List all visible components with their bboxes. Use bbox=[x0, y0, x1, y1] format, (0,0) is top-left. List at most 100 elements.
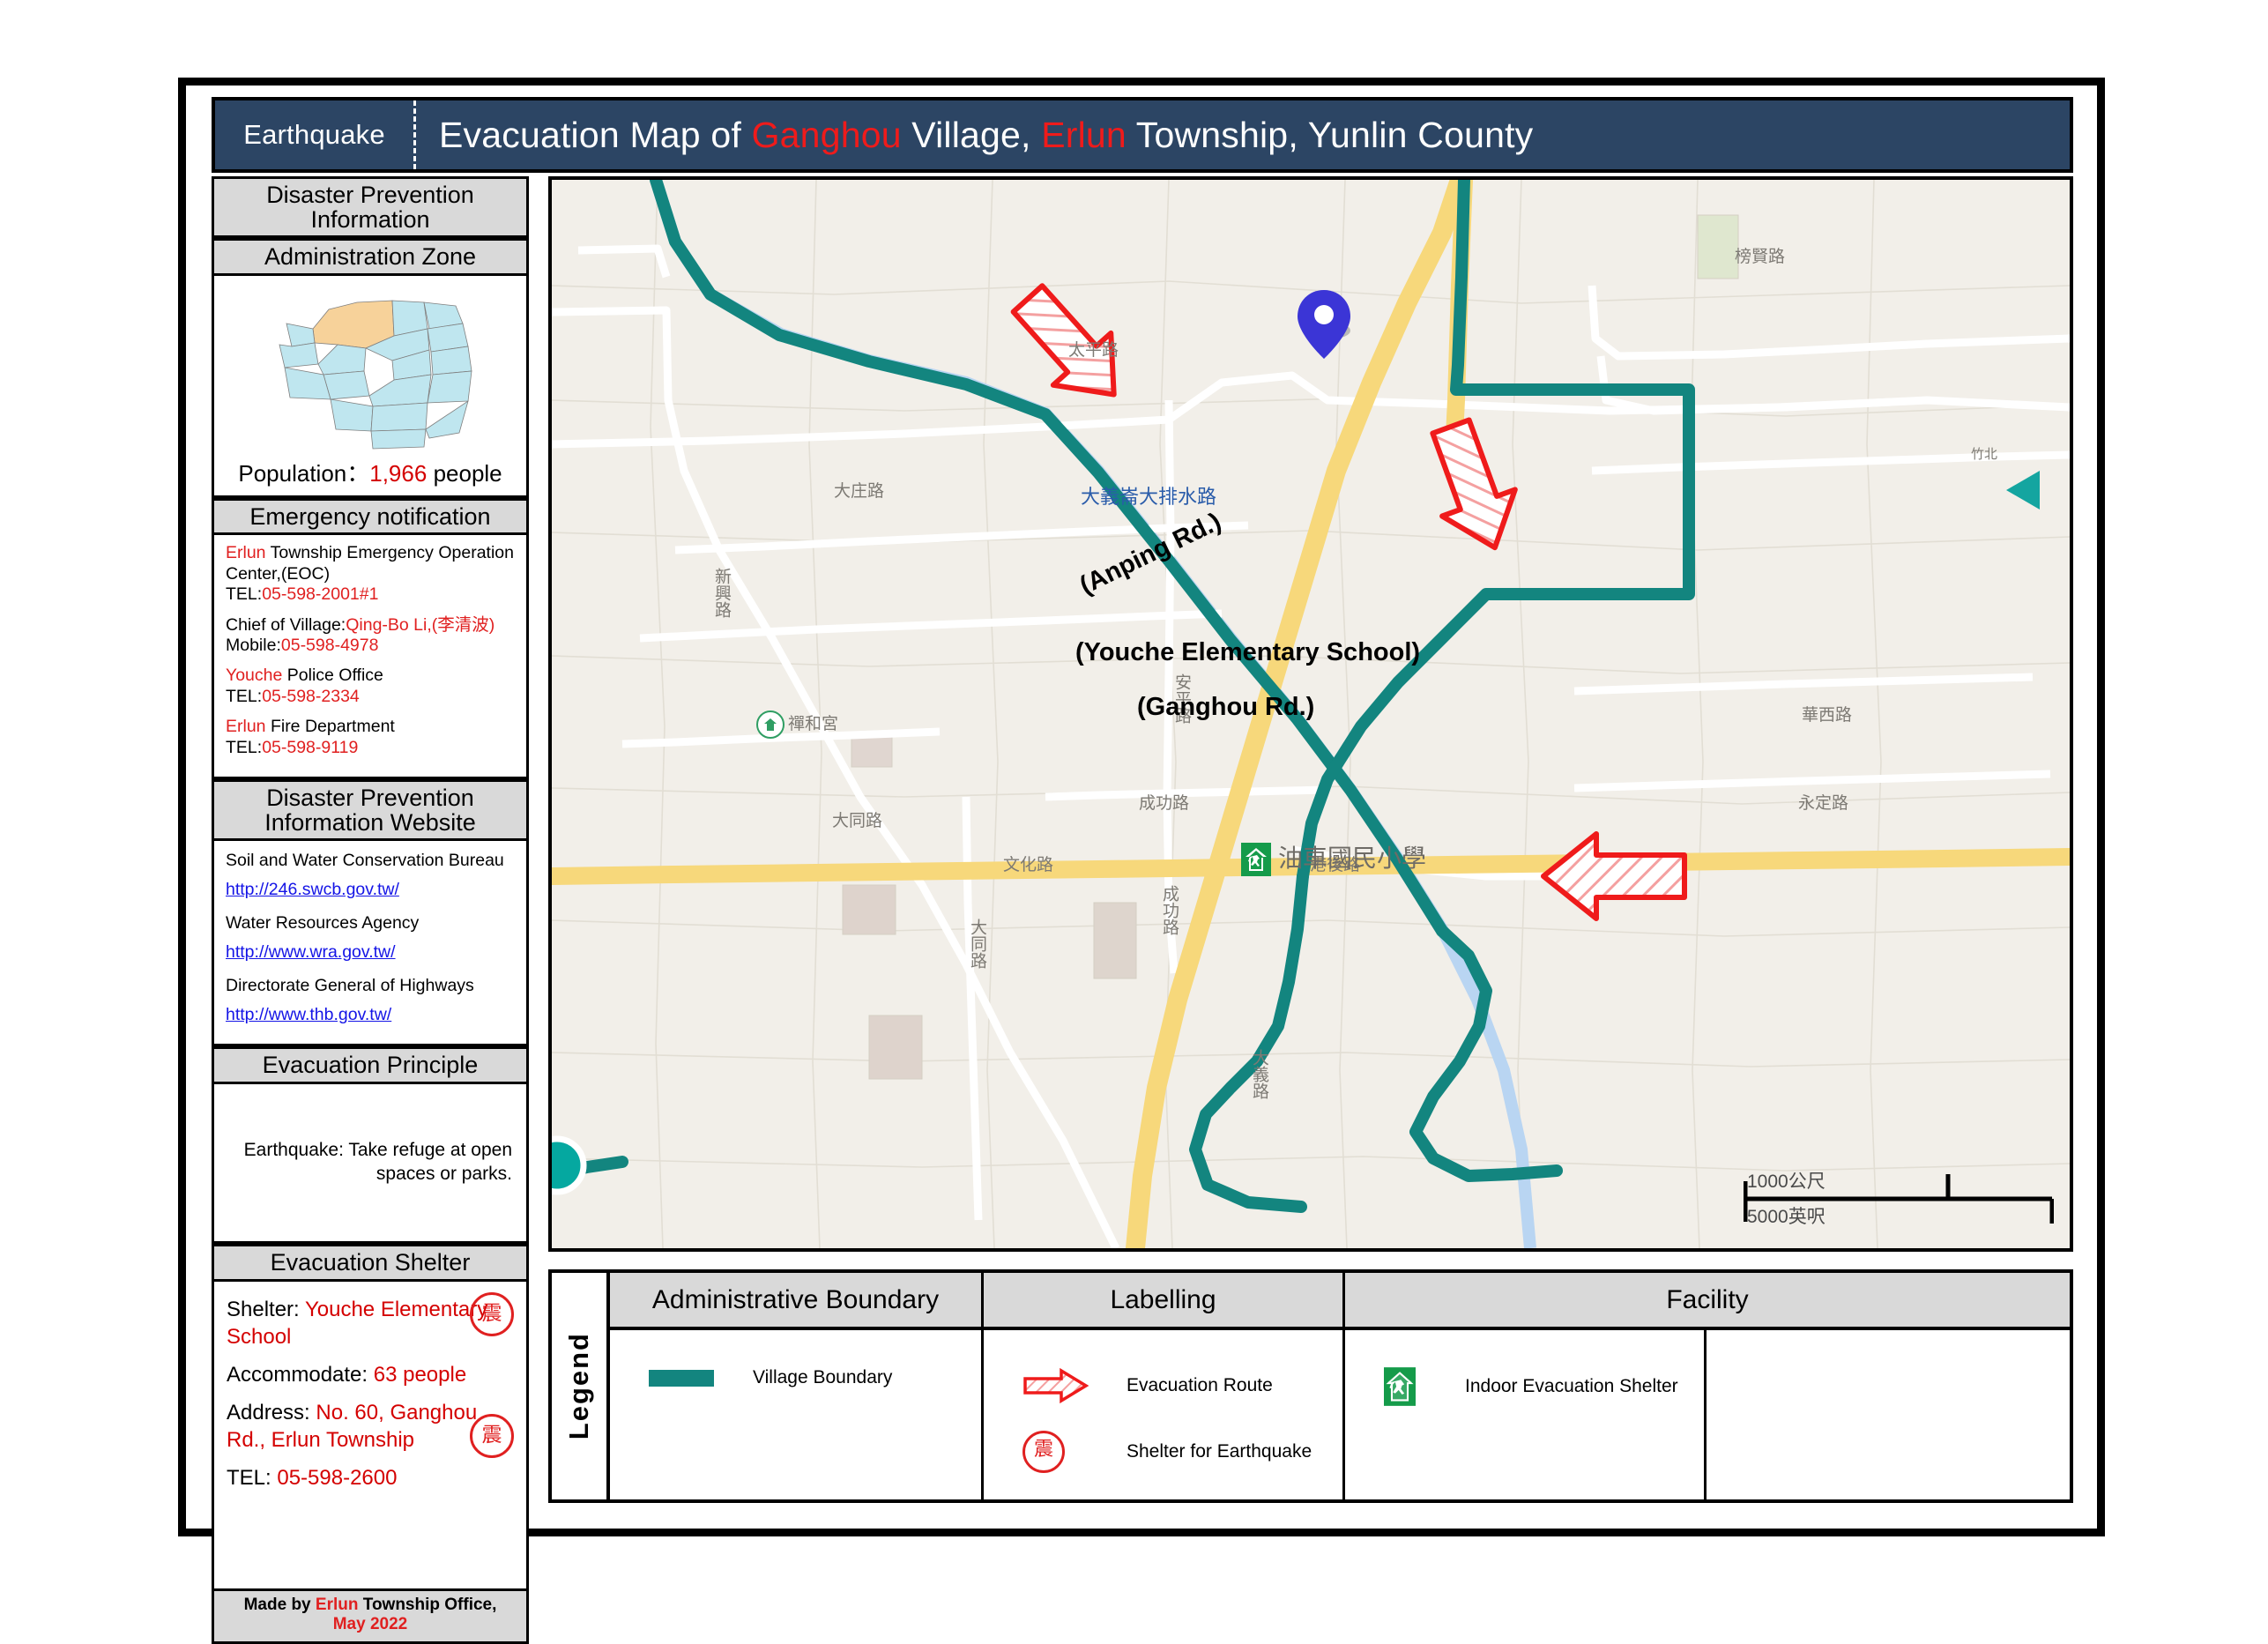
main-map[interactable]: 新興路 太平路 大庄路 禪和宮 大同路 文化路 大同路 成功路 成功路 大義路 … bbox=[548, 176, 2073, 1252]
legend-col-head-labelling: Labelling bbox=[984, 1273, 1345, 1327]
map-label-dazhuang-rd: 大庄路 bbox=[834, 481, 885, 501]
made-by-post: Township Office, bbox=[358, 1595, 497, 1614]
chief-mobile[interactable]: 05-598-4978 bbox=[281, 636, 379, 655]
shelter-tel-row: TEL: 05-598-2600 bbox=[227, 1464, 514, 1492]
title-village: Ganghou bbox=[751, 114, 902, 155]
legend-body-labelling: Evacuation Route 震 Shelter for Earthquak… bbox=[984, 1330, 1345, 1499]
shelter-capacity-row: Accommodate: 63 people bbox=[227, 1361, 514, 1388]
legend-body-row: Village Boundary Evacuation Route 震 Shel… bbox=[610, 1330, 2070, 1499]
annotation-ganghou-rd: (Ganghou Rd.) bbox=[1137, 693, 1315, 721]
made-by-date: May 2022 bbox=[332, 1615, 408, 1634]
made-by-pre: Made by bbox=[243, 1595, 316, 1614]
admin-zone-body: Population：1,966 people bbox=[212, 275, 529, 498]
title-segment-1: Evacuation Map of bbox=[439, 114, 752, 155]
legend-col-head-facility: Facility bbox=[1666, 1284, 1749, 1314]
website-link-0[interactable]: http://246.swcb.gov.tw/ bbox=[226, 879, 517, 900]
title-segment-3: Township, Yunlin County bbox=[1126, 114, 1534, 155]
police-place: Youche bbox=[226, 666, 283, 686]
hazard-type-badge: Earthquake bbox=[215, 100, 416, 169]
map-label-drainage-canal: 大義崙大排水路 bbox=[1081, 487, 1217, 509]
legend-body-boundary: Village Boundary bbox=[610, 1330, 984, 1499]
shelter-tel-label: TEL: bbox=[227, 1466, 278, 1491]
emergency-notification-header: Emergency notification bbox=[212, 497, 529, 536]
map-label-zhubei: 竹北 bbox=[1971, 446, 1998, 462]
fire-name: Fire Department bbox=[265, 717, 395, 737]
eoc-tel-label: TEL: bbox=[226, 584, 263, 605]
admin-zone-header: Administration Zone bbox=[212, 238, 529, 276]
emergency-notification-body: Erlun Township Emergency Operation Cente… bbox=[212, 535, 529, 779]
legend-item-village-boundary: Village Boundary bbox=[649, 1367, 981, 1388]
evacuation-arrow-icon bbox=[1022, 1367, 1127, 1404]
legend-label-shelter-earthquake: Shelter for Earthquake bbox=[1127, 1441, 1312, 1462]
map-label-chanhe-temple: 禪和宮 bbox=[788, 714, 839, 733]
legend-item-shelter-earthquake: 震 Shelter for Earthquake bbox=[1022, 1431, 1342, 1473]
map-label-chenggong-rd: 成功路 bbox=[1139, 793, 1190, 813]
eoc-tel[interactable]: 05-598-2001#1 bbox=[262, 584, 378, 604]
fire-tel[interactable]: 05-598-9119 bbox=[262, 738, 358, 757]
principle-text: Earthquake: Take refuge at open spaces o… bbox=[243, 1140, 512, 1184]
fire-tel-label: TEL: bbox=[226, 737, 263, 757]
website-link-1[interactable]: http://www.wra.gov.tw/ bbox=[226, 941, 517, 963]
police-tel[interactable]: 05-598-2334 bbox=[262, 687, 360, 706]
chief-mobile-label: Mobile: bbox=[226, 635, 281, 655]
earthquake-stamp-icon: 震 bbox=[1022, 1431, 1127, 1473]
website-org-2: Directorate General of Highways bbox=[226, 975, 474, 995]
population-row: Population：1,966 people bbox=[214, 454, 526, 495]
principle-text-wrap: Earthquake: Take refuge at open spaces o… bbox=[214, 1084, 526, 1241]
emergency-contact-eoc: Erlun Township Emergency Operation Cente… bbox=[226, 543, 517, 605]
evacuation-principle-body: Earthquake: Take refuge at open spaces o… bbox=[212, 1083, 529, 1244]
legend-title: Legend bbox=[563, 1332, 594, 1440]
emergency-contact-list: Erlun Township Emergency Operation Cente… bbox=[214, 535, 526, 777]
page-title: Evacuation Map of Ganghou Village, Erlun… bbox=[416, 115, 2070, 156]
population-label: Population： bbox=[238, 459, 370, 487]
township-villages-svg bbox=[279, 300, 472, 450]
evacuation-shelter-header: Evacuation Shelter bbox=[212, 1243, 529, 1282]
indoor-shelter-icon bbox=[1384, 1367, 1465, 1406]
fire-place: Erlun bbox=[226, 717, 266, 737]
poster-header: Earthquake Evacuation Map of Ganghou Vil… bbox=[212, 97, 2073, 173]
map-label-bangxian-rd: 榜賢路 bbox=[1735, 247, 1786, 266]
map-label-huaxi-rd: 華西路 bbox=[1802, 705, 1853, 725]
legend-item-evacuation-route: Evacuation Route bbox=[1022, 1367, 1342, 1404]
emergency-contact-chief: Chief of Village:Qing-Bo Li,(李清波) Mobile… bbox=[226, 615, 517, 657]
legend-body-empty bbox=[1707, 1330, 2070, 1499]
legend-label-village-boundary: Village Boundary bbox=[753, 1367, 893, 1387]
evacuation-principle-header: Evacuation Principle bbox=[212, 1046, 529, 1084]
shelter-details: 震 震 Shelter: Youche Elementary School Ac… bbox=[214, 1282, 526, 1588]
info-sidebar: Disaster Prevention Information Administ… bbox=[212, 176, 529, 1644]
shelter-address-label: Address: bbox=[227, 1401, 316, 1425]
made-by-footer: Made by Erlun Township Office, May 2022 bbox=[212, 1590, 529, 1644]
earthquake-stamp-icon-2: 震 bbox=[470, 1413, 514, 1458]
legend-col-head-boundary: Administrative Boundary bbox=[610, 1273, 984, 1327]
legend-item-indoor-shelter: Indoor Evacuation Shelter bbox=[1384, 1367, 1704, 1406]
website-link-2[interactable]: http://www.thb.gov.tw/ bbox=[226, 1004, 517, 1025]
population-unit: people bbox=[433, 459, 502, 487]
website-body: Soil and Water Conservation Bureau http:… bbox=[212, 841, 529, 1047]
map-label-taiping-rd: 太平路 bbox=[1068, 340, 1119, 360]
shelter-tel-value[interactable]: 05-598-2600 bbox=[277, 1466, 397, 1490]
website-header: Disaster Prevention Information Website bbox=[212, 778, 529, 842]
title-township: Erlun bbox=[1041, 114, 1127, 155]
emergency-contact-fire: Erlun Fire Department TEL:05-598-9119 bbox=[226, 717, 517, 758]
police-name: Police Office bbox=[282, 666, 383, 686]
website-org-0: Soil and Water Conservation Bureau bbox=[226, 851, 504, 871]
map-label-wenhua-rd: 文化路 bbox=[1003, 855, 1054, 874]
eoc-name: Township Emergency Operation Center,(EOC… bbox=[226, 543, 514, 584]
police-tel-label: TEL: bbox=[226, 686, 263, 706]
chief-label: Chief of Village: bbox=[226, 614, 346, 635]
legend-label-indoor-shelter: Indoor Evacuation Shelter bbox=[1465, 1376, 1678, 1396]
administration-zone-inset-map bbox=[214, 276, 526, 454]
website-list: Soil and Water Conservation Bureau http:… bbox=[214, 841, 526, 1044]
map-label-datong-rd: 大同路 bbox=[832, 811, 883, 830]
title-segment-2: Village, bbox=[901, 114, 1042, 155]
evacuation-shelter-body: 震 震 Shelter: Youche Elementary School Ac… bbox=[212, 1281, 529, 1591]
made-by-township: Erlun bbox=[315, 1595, 359, 1614]
boundary-swatch-icon bbox=[649, 1369, 753, 1387]
school-name-chinese: 油車國民小學 bbox=[1278, 844, 1427, 873]
legend-columns: Administrative Boundary Labelling Facili… bbox=[610, 1273, 2070, 1499]
map-label-datong-rd-2: 大同路 bbox=[968, 919, 987, 969]
emergency-contact-police: Youche Police Office TEL:05-598-2334 bbox=[226, 666, 517, 707]
shelter-capacity-value: 63 people bbox=[373, 1362, 467, 1387]
temple-icon bbox=[756, 710, 785, 739]
website-org-1: Water Resources Agency bbox=[226, 912, 420, 933]
